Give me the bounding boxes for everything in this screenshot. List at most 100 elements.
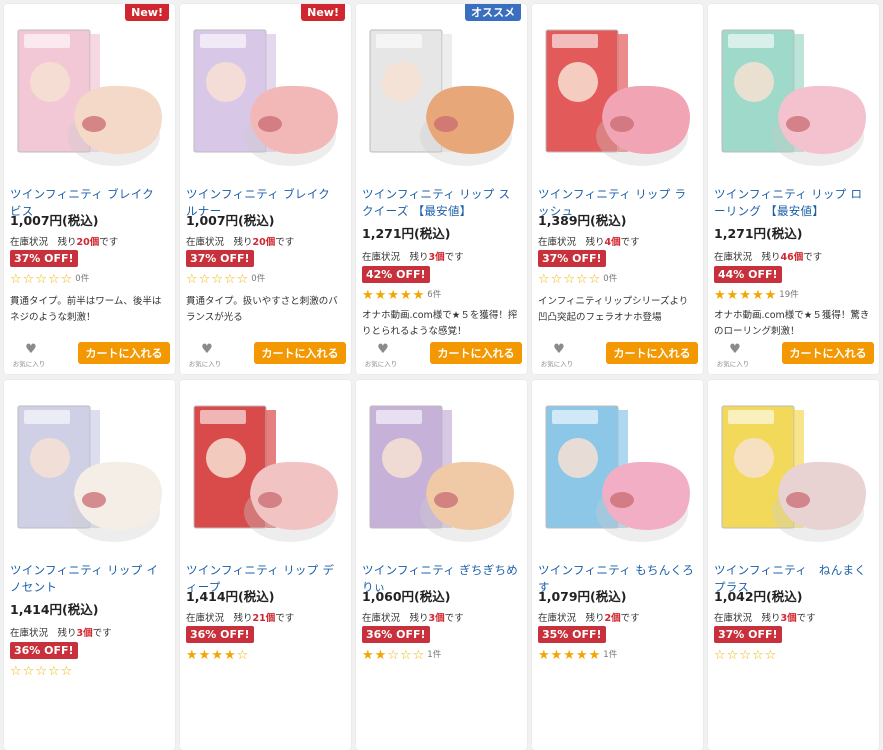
product-price: 1,414円(税込)	[10, 602, 99, 617]
favorite-button[interactable]: ♥ お気に入り	[365, 343, 398, 368]
rating-stars: ★★☆☆☆ 1件	[362, 648, 441, 663]
add-to-cart-button[interactable]: カートに入れる	[782, 342, 874, 364]
stock-status: 在庫状況 残り21個です	[186, 610, 294, 624]
product-name[interactable]: ツインフィニティ リップ スクイーズ 【最安値】	[362, 186, 521, 220]
star-empty-icon: ☆	[538, 272, 551, 287]
product-price: 1,389円(税込)	[538, 213, 627, 228]
add-to-cart-button[interactable]: カートに入れる	[254, 342, 346, 364]
star-empty-icon: ☆	[550, 272, 564, 287]
discount-badge: 37% OFF!	[714, 626, 782, 643]
review-count[interactable]: 0件	[75, 274, 89, 284]
rating-stars: ★★★★★ 1件	[538, 648, 617, 663]
stock-count: 2個	[604, 613, 621, 624]
review-count[interactable]: 1件	[603, 650, 617, 660]
stock-suffix: です	[92, 628, 112, 639]
product-image[interactable]	[10, 20, 169, 170]
favorite-button[interactable]: ♥ お気に入り	[189, 343, 222, 368]
star-empty-icon: ☆	[186, 272, 199, 287]
product-card[interactable]: ツインフィニティ ねんまくプラス 1,042円(税込) 在庫状況 残り3個です …	[708, 380, 879, 750]
favorite-button[interactable]: ♥ お気に入り	[717, 342, 750, 368]
product-image[interactable]	[538, 396, 697, 546]
review-count[interactable]: 0件	[251, 274, 265, 284]
star-empty-icon: ☆	[236, 648, 250, 663]
star-filled-icon: ★	[563, 648, 576, 663]
star-empty-icon: ☆	[35, 664, 48, 679]
star-filled-icon: ★	[186, 648, 199, 663]
product-name[interactable]: ツインフィニティ リップ ローリング 【最安値】	[714, 186, 873, 220]
product-card[interactable]: New! ツインフィニティ ブレイク ルナー 1,007円(税込) 在庫状況 残…	[180, 4, 351, 374]
product-image[interactable]	[10, 396, 169, 546]
favorite-button[interactable]: ♥ お気に入り	[13, 343, 46, 368]
star-filled-icon: ★	[362, 648, 375, 663]
product-grid: New! ツインフィニティ ブレイク ビス 1,007円(税込) 在庫状況 残り…	[4, 4, 879, 750]
discount-badge: 36% OFF!	[186, 626, 254, 643]
favorite-button[interactable]: ♥ お気に入り	[541, 343, 574, 368]
add-to-cart-button[interactable]: カートに入れる	[78, 342, 170, 364]
add-to-cart-button[interactable]: カートに入れる	[430, 342, 522, 364]
discount-badge: 35% OFF!	[538, 626, 606, 643]
stock-suffix: です	[275, 613, 295, 624]
product-card[interactable]: ツインフィニティ リップ ローリング 【最安値】 1,271円(税込) 在庫状況…	[708, 4, 879, 374]
stock-status: 在庫状況 残り46個です	[714, 249, 822, 263]
product-card[interactable]: ツインフィニティ ぎちぎちめりぃ 1,060円(税込) 在庫状況 残り3個です …	[356, 380, 527, 750]
rating-stars: ☆☆☆☆☆ 0件	[538, 272, 617, 287]
stock-suffix: です	[803, 252, 823, 263]
add-to-cart-button[interactable]: カートに入れる	[606, 342, 698, 364]
review-count[interactable]: 19件	[779, 290, 798, 300]
product-card[interactable]: New! ツインフィニティ ブレイク ビス 1,007円(税込) 在庫状況 残り…	[4, 4, 175, 374]
star-filled-icon: ★	[198, 648, 212, 663]
star-filled-icon: ★	[588, 648, 602, 663]
star-empty-icon: ☆	[35, 272, 48, 287]
favorite-label: お気に入り	[12, 360, 46, 368]
star-filled-icon: ★	[726, 288, 740, 303]
stock-suffix: です	[796, 613, 816, 624]
stock-suffix: です	[444, 252, 464, 263]
stock-count: 3個	[780, 613, 797, 624]
heart-icon: ♥	[729, 342, 741, 357]
stock-label: 在庫状況 残り	[714, 252, 781, 263]
product-name[interactable]: ツインフィニティ リップ イノセント	[10, 562, 169, 596]
star-filled-icon: ★	[399, 288, 413, 303]
product-card[interactable]: ツインフィニティ もちんくろす 1,079円(税込) 在庫状況 残り2個です 3…	[532, 380, 703, 750]
product-badge: オススメ	[465, 4, 521, 21]
discount-badge: 36% OFF!	[10, 642, 78, 659]
product-card[interactable]: ツインフィニティ リップ ディープ 1,414円(税込) 在庫状況 残り21個で…	[180, 380, 351, 750]
star-filled-icon: ★	[223, 648, 237, 663]
product-image[interactable]	[714, 20, 873, 170]
stock-suffix: です	[620, 613, 640, 624]
star-empty-icon: ☆	[714, 648, 727, 663]
product-card[interactable]: ツインフィニティ リップ イノセント 1,414円(税込) 在庫状況 残り3個で…	[4, 380, 175, 750]
product-description: オナホ動画.com様で★５を獲得！搾りとられるような感覚！	[362, 310, 518, 337]
product-price: 1,007円(税込)	[186, 213, 275, 228]
rating-stars: ★★★★★ 6件	[362, 288, 441, 303]
favorite-label: お気に入り	[364, 360, 398, 368]
rating-stars: ☆☆☆☆☆ 0件	[186, 272, 265, 287]
review-count[interactable]: 0件	[603, 274, 617, 284]
stock-count: 3個	[428, 613, 445, 624]
star-empty-icon: ☆	[223, 272, 237, 287]
product-price: 1,060円(税込)	[362, 589, 451, 604]
review-count[interactable]: 6件	[427, 290, 441, 300]
product-image[interactable]	[186, 396, 345, 546]
star-empty-icon: ☆	[198, 272, 212, 287]
star-empty-icon: ☆	[60, 272, 74, 287]
product-price: 1,007円(税込)	[10, 213, 99, 228]
star-empty-icon: ☆	[60, 664, 74, 679]
product-image[interactable]	[362, 20, 521, 170]
rating-stars: ☆☆☆☆☆	[714, 648, 779, 663]
product-image[interactable]	[714, 396, 873, 546]
stock-count: 3個	[428, 252, 445, 263]
stock-label: 在庫状況 残り	[714, 613, 781, 624]
star-empty-icon: ☆	[211, 272, 224, 287]
stock-count: 21個	[252, 613, 276, 624]
product-image[interactable]	[538, 20, 697, 170]
product-image[interactable]	[186, 20, 345, 170]
product-card[interactable]: ツインフィニティ リップ ラッシュ 1,389円(税込) 在庫状況 残り4個です…	[532, 4, 703, 374]
star-empty-icon: ☆	[588, 272, 602, 287]
product-card[interactable]: オススメ ツインフィニティ リップ スクイーズ 【最安値】 1,271円(税込)…	[356, 4, 527, 374]
stock-status: 在庫状況 残り3個です	[10, 625, 112, 639]
stock-label: 在庫状況 残り	[10, 237, 77, 248]
star-filled-icon: ★	[387, 288, 400, 303]
product-image[interactable]	[362, 396, 521, 546]
review-count[interactable]: 1件	[427, 650, 441, 660]
